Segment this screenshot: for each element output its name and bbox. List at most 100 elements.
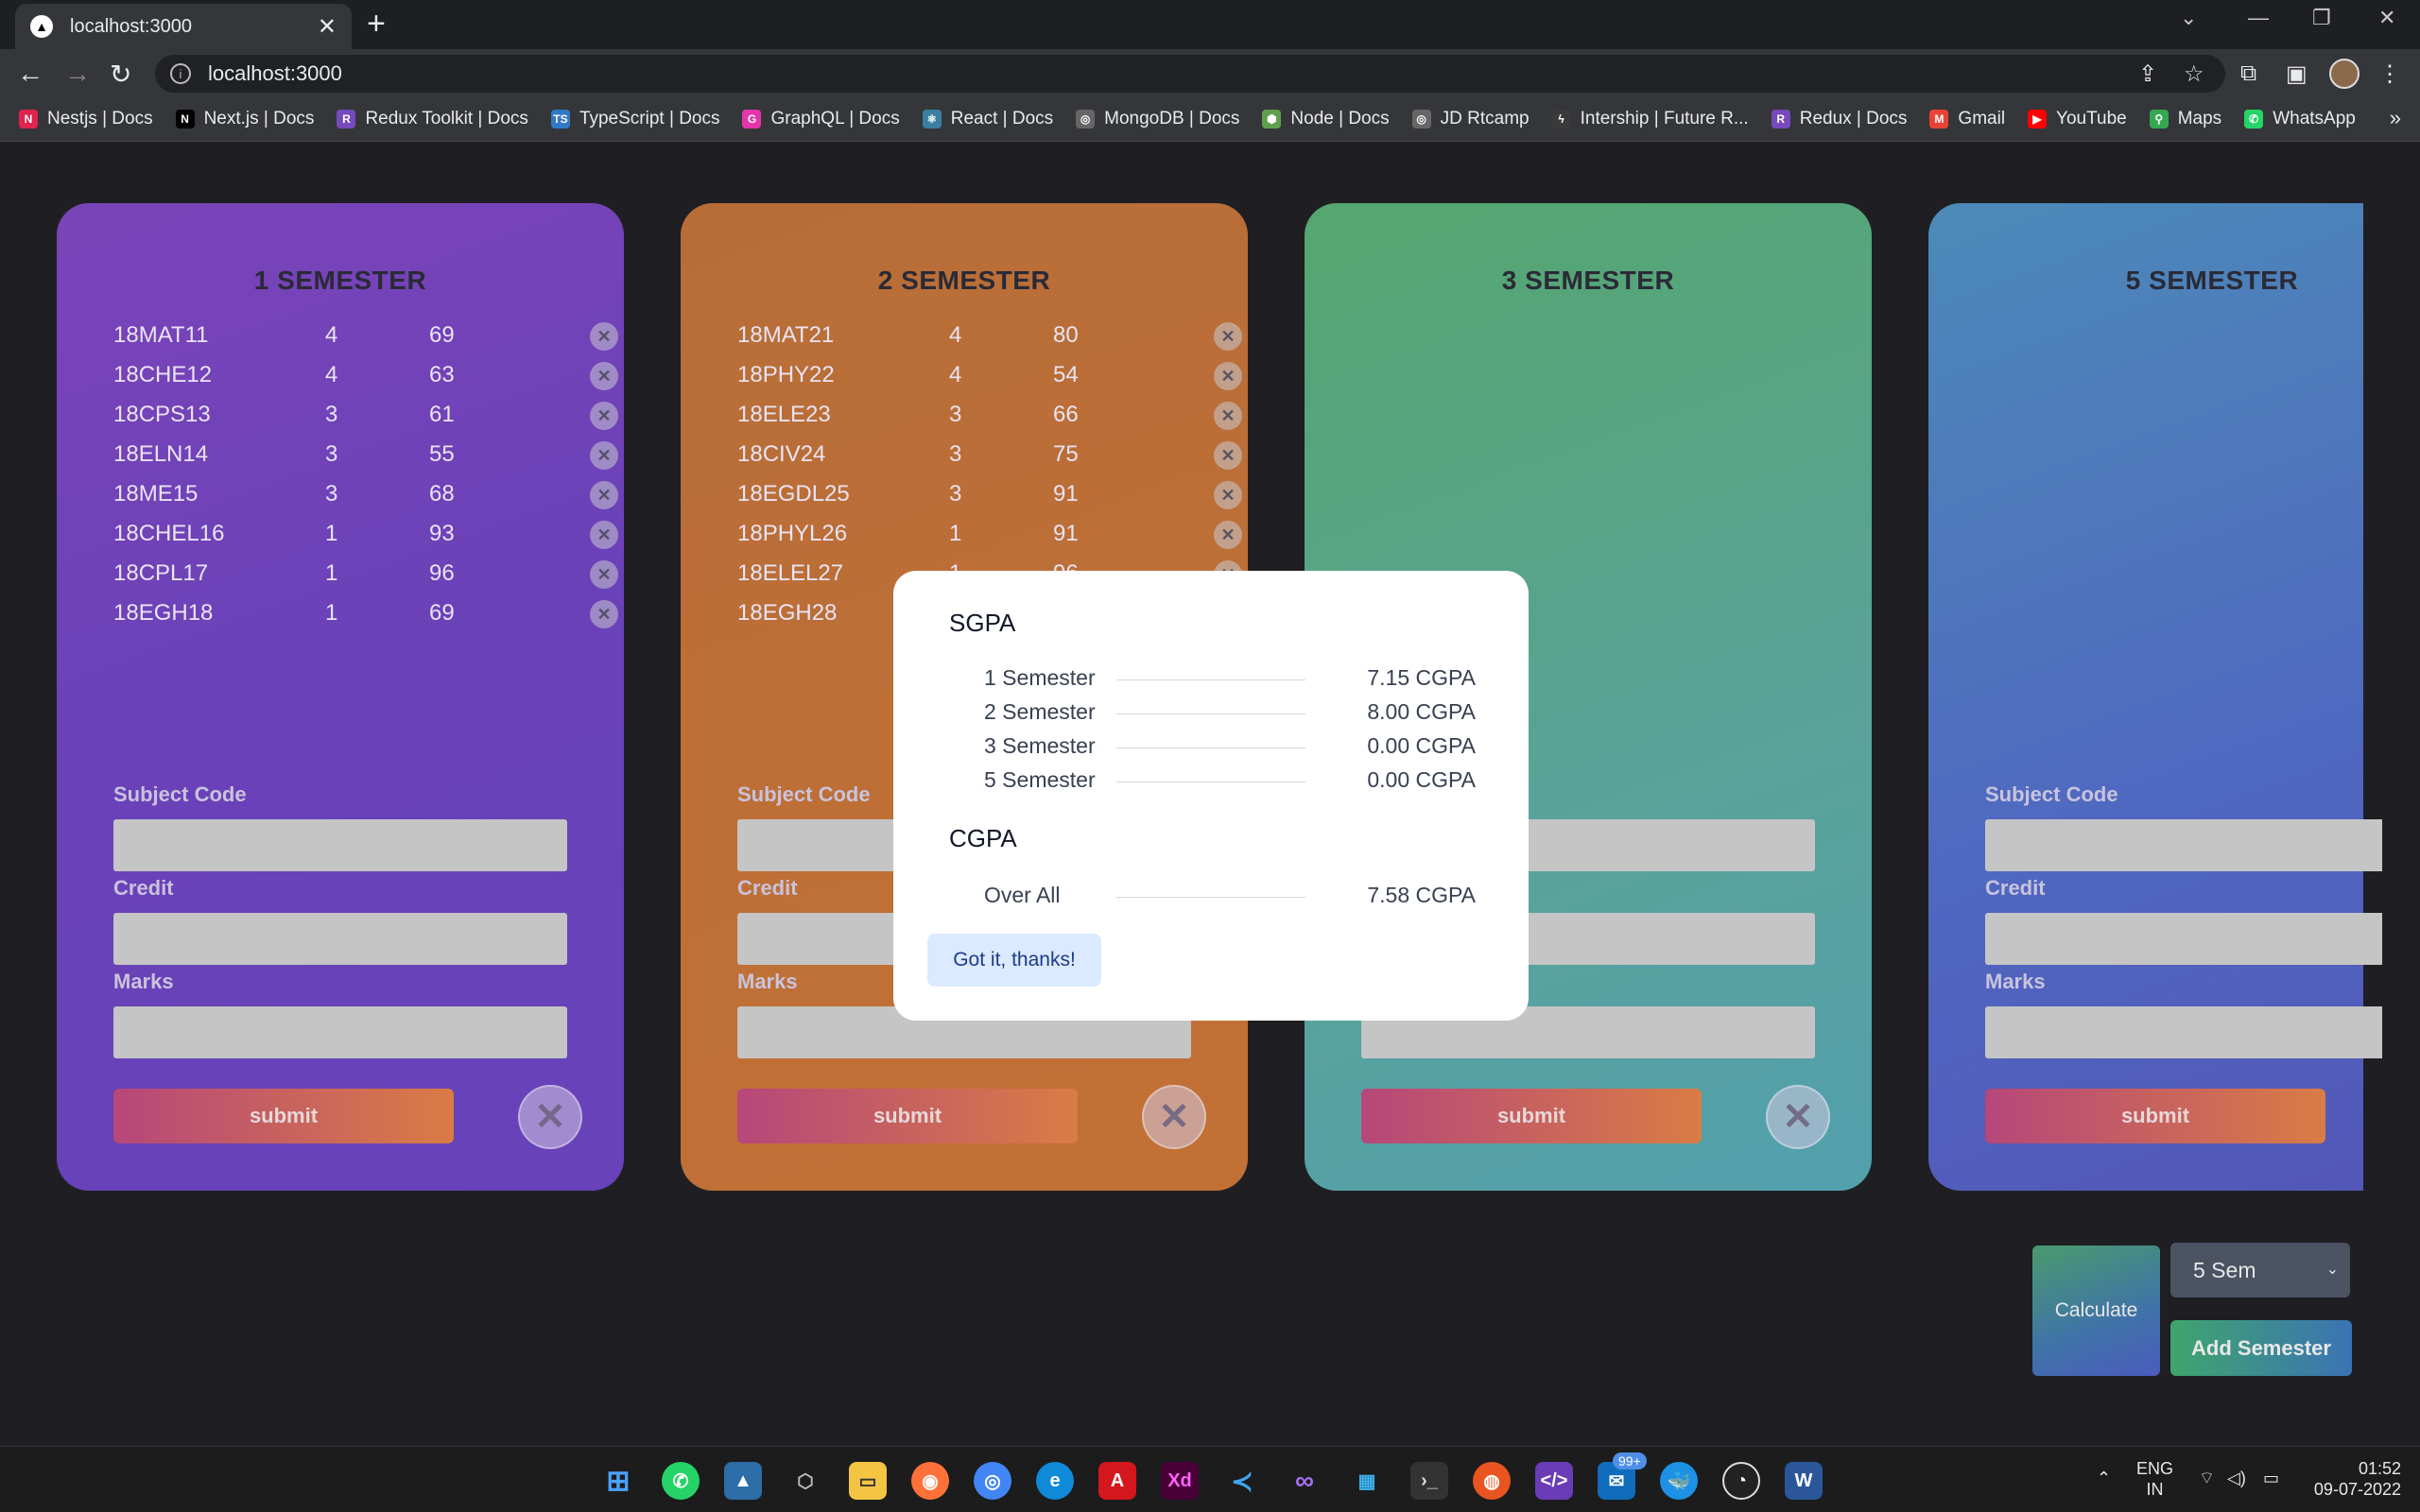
bookmark-item[interactable]: ⬢ Node | Docs bbox=[1262, 109, 1390, 129]
terminal-icon[interactable]: ›_ bbox=[1410, 1462, 1448, 1500]
bookmark-item[interactable]: ⚛ React | Docs bbox=[922, 109, 1053, 129]
battery-icon[interactable]: ▭ bbox=[2263, 1468, 2279, 1488]
subject-credit: 4 bbox=[949, 322, 962, 348]
volume-icon[interactable]: ◁) bbox=[2227, 1468, 2246, 1488]
submit-button[interactable]: submit bbox=[737, 1089, 1078, 1143]
new-tab-icon[interactable]: + bbox=[367, 6, 386, 43]
ubuntu-icon[interactable]: ◍ bbox=[1473, 1462, 1511, 1500]
credit-input[interactable] bbox=[113, 913, 567, 965]
bookmark-item[interactable]: ◎ MongoDB | Docs bbox=[1076, 109, 1239, 129]
adobe-xd-icon[interactable]: Xd bbox=[1161, 1462, 1199, 1500]
subject-marks: 69 bbox=[429, 322, 455, 348]
subject-marks: 68 bbox=[429, 481, 455, 507]
close-tab-icon[interactable]: ✕ bbox=[318, 13, 337, 41]
credit-input[interactable] bbox=[1985, 913, 2382, 965]
unity-icon[interactable]: ⬡ bbox=[786, 1462, 824, 1500]
close-window-icon[interactable]: ✕ bbox=[2378, 6, 2395, 30]
bookmark-item[interactable]: ▶ YouTube bbox=[2028, 109, 2127, 129]
more-bookmarks-icon[interactable]: » bbox=[2390, 106, 2401, 130]
azure-data-studio-icon[interactable]: ▦ bbox=[1348, 1462, 1386, 1500]
calculate-button[interactable]: Calculate bbox=[2032, 1246, 2160, 1376]
language-indicator[interactable]: ENG IN bbox=[2136, 1458, 2173, 1500]
tab-search-icon[interactable]: ⌄ bbox=[2180, 6, 2197, 30]
back-icon[interactable]: ← bbox=[17, 59, 43, 89]
edge-icon[interactable]: e bbox=[1036, 1462, 1074, 1500]
remove-semester-icon[interactable]: ✕ bbox=[518, 1085, 582, 1149]
side-panel-icon[interactable]: ▣ bbox=[2286, 60, 2308, 88]
add-semester-button[interactable]: Add Semester bbox=[2170, 1320, 2352, 1376]
subject-code-input[interactable] bbox=[1985, 819, 2382, 871]
subject-code: 18PHYL26 bbox=[737, 521, 848, 546]
bookmark-item[interactable]: ◎ JD Rtcamp bbox=[1411, 109, 1530, 129]
bookmark-item[interactable]: TS TypeScript | Docs bbox=[550, 109, 719, 129]
menu-icon[interactable]: ⋮ bbox=[2378, 60, 2401, 88]
extensions-icon[interactable]: ⧉ bbox=[2240, 60, 2256, 87]
photos-icon[interactable]: ▲ bbox=[724, 1462, 762, 1500]
subject-marks: 63 bbox=[429, 362, 455, 387]
semester-select[interactable]: 5 Sem ⌄ bbox=[2170, 1243, 2350, 1297]
docker-icon[interactable]: 🐳 bbox=[1660, 1462, 1698, 1500]
remove-subject-icon[interactable]: ✕ bbox=[1214, 402, 1242, 430]
marks-input[interactable] bbox=[113, 1006, 567, 1058]
bookmark-item[interactable]: R Redux | Docs bbox=[1771, 109, 1907, 129]
forward-icon[interactable]: → bbox=[64, 59, 91, 89]
remove-subject-icon[interactable]: ✕ bbox=[1214, 441, 1242, 470]
clock-app-icon[interactable]: ◔ bbox=[1722, 1462, 1760, 1500]
firefox-icon[interactable]: ◉ bbox=[911, 1462, 949, 1500]
subject-credit: 3 bbox=[949, 481, 962, 507]
marks-input[interactable] bbox=[1985, 1006, 2382, 1058]
remove-subject-icon[interactable]: ✕ bbox=[1214, 481, 1242, 509]
remove-subject-icon[interactable]: ✕ bbox=[1214, 362, 1242, 390]
bookmark-star-icon[interactable]: ☆ bbox=[2184, 60, 2204, 88]
bookmark-item[interactable]: ϟ Intership | Future R... bbox=[1551, 109, 1749, 129]
bookmark-item[interactable]: R Redux Toolkit | Docs bbox=[337, 109, 528, 129]
whatsapp-icon[interactable]: ✆ bbox=[662, 1462, 700, 1500]
subject-code-input[interactable] bbox=[113, 819, 567, 871]
bookmark-item[interactable]: ✆ WhatsApp bbox=[2244, 109, 2356, 129]
remove-subject-icon[interactable]: ✕ bbox=[590, 521, 618, 549]
visual-studio-icon[interactable]: ∞ bbox=[1286, 1462, 1323, 1500]
chevron-up-icon[interactable]: ⌃ bbox=[2097, 1468, 2111, 1488]
word-icon[interactable]: W bbox=[1785, 1462, 1823, 1500]
site-info-icon[interactable]: i bbox=[170, 63, 191, 84]
bookmark-item[interactable]: G GraphQL | Docs bbox=[742, 109, 900, 129]
credit-label: Credit bbox=[113, 876, 174, 900]
remove-subject-icon[interactable]: ✕ bbox=[1214, 521, 1242, 549]
submit-button[interactable]: submit bbox=[113, 1089, 454, 1143]
submit-button[interactable]: submit bbox=[1985, 1089, 2325, 1143]
reload-icon[interactable]: ↻ bbox=[110, 59, 131, 90]
bookmark-item[interactable]: M Gmail bbox=[1929, 109, 2005, 129]
bookmark-item[interactable]: N Next.js | Docs bbox=[175, 109, 314, 129]
remove-subject-icon[interactable]: ✕ bbox=[590, 560, 618, 589]
remove-subject-icon[interactable]: ✕ bbox=[590, 441, 618, 470]
remove-semester-icon[interactable]: ✕ bbox=[1142, 1085, 1206, 1149]
remove-subject-icon[interactable]: ✕ bbox=[1214, 322, 1242, 351]
clock[interactable]: 01:52 09-07-2022 bbox=[2307, 1458, 2401, 1500]
minimize-icon[interactable]: — bbox=[2248, 6, 2269, 30]
profile-avatar[interactable] bbox=[2329, 59, 2360, 89]
submit-button[interactable]: submit bbox=[1361, 1089, 1702, 1143]
remove-subject-icon[interactable]: ✕ bbox=[590, 322, 618, 351]
vscode-icon[interactable]: ≺ bbox=[1223, 1462, 1261, 1500]
subject-credit: 4 bbox=[325, 362, 338, 387]
share-icon[interactable]: ⇪ bbox=[2138, 60, 2157, 88]
bookmark-item[interactable]: N Nestjs | Docs bbox=[19, 109, 153, 129]
address-bar[interactable]: i localhost:3000 bbox=[155, 55, 2225, 93]
remove-subject-icon[interactable]: ✕ bbox=[590, 600, 618, 628]
file-explorer-icon[interactable]: ▭ bbox=[849, 1462, 887, 1500]
code-editor-icon[interactable]: </> bbox=[1535, 1462, 1573, 1500]
remove-subject-icon[interactable]: ✕ bbox=[590, 481, 618, 509]
acrobat-icon[interactable]: A bbox=[1098, 1462, 1136, 1500]
browser-tab[interactable]: ▲ localhost:3000 ✕ bbox=[15, 4, 352, 49]
bookmark-label: WhatsApp bbox=[2273, 108, 2356, 129]
wifi-icon[interactable]: ⌔ bbox=[2199, 1468, 2215, 1488]
nextjs-icon: N bbox=[175, 109, 195, 129]
remove-subject-icon[interactable]: ✕ bbox=[590, 362, 618, 390]
remove-subject-icon[interactable]: ✕ bbox=[590, 402, 618, 430]
remove-semester-icon[interactable]: ✕ bbox=[1766, 1085, 1830, 1149]
start-icon[interactable]: ⊞ bbox=[599, 1462, 637, 1500]
restore-icon[interactable]: ❐ bbox=[2312, 6, 2331, 30]
chrome-icon[interactable]: ◎ bbox=[974, 1462, 1011, 1500]
got-it-button[interactable]: Got it, thanks! bbox=[927, 934, 1101, 987]
bookmark-item[interactable]: ⚲ Maps bbox=[2149, 109, 2221, 129]
